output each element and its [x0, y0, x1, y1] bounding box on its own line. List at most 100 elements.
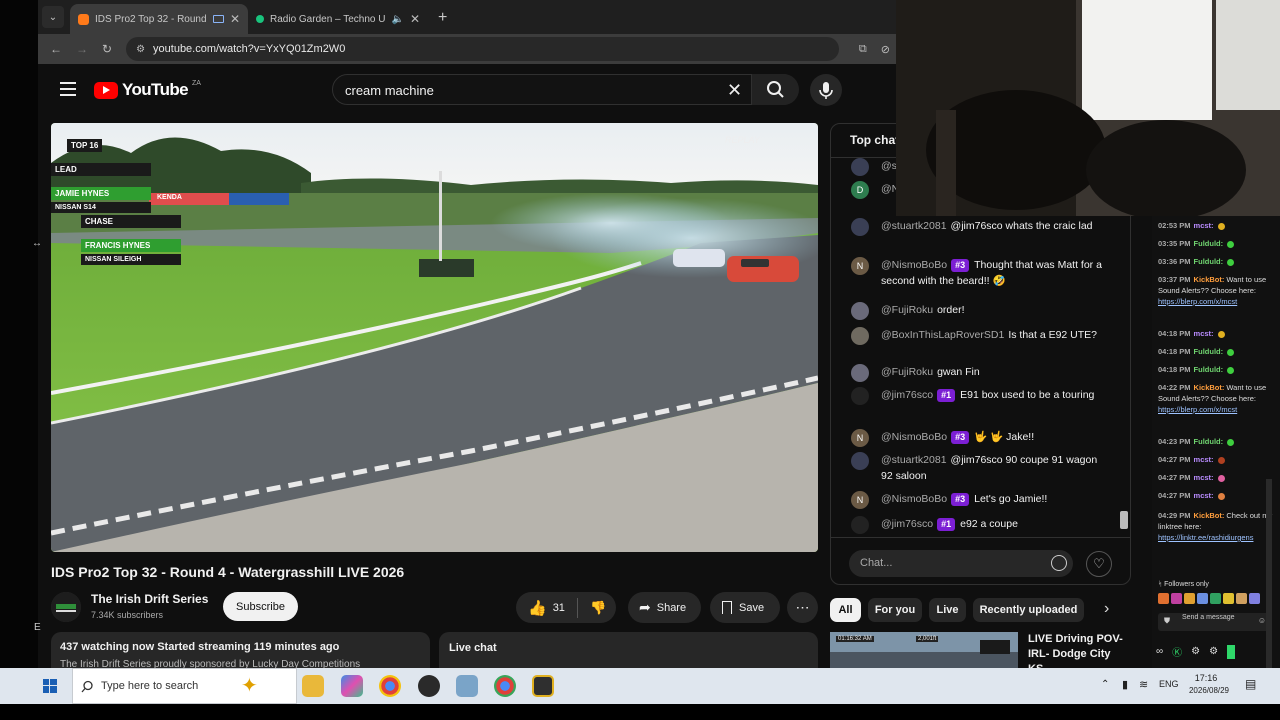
- message-author[interactable]: Fulduld:: [1194, 365, 1224, 374]
- chip-all[interactable]: All: [830, 598, 861, 622]
- chat-avatar[interactable]: N: [851, 429, 869, 447]
- copilot-icon[interactable]: [341, 675, 363, 697]
- chrome-profile-icon[interactable]: [494, 675, 516, 697]
- more-actions-icon[interactable]: ⋯: [787, 592, 818, 623]
- channel-avatar[interactable]: [51, 592, 81, 622]
- message-author[interactable]: KickBot:: [1194, 511, 1225, 520]
- search-input[interactable]: cream machine: [345, 83, 434, 98]
- chip-recently-uploaded[interactable]: Recently uploaded: [973, 598, 1084, 622]
- message-link[interactable]: https://blerp.com/x/mcst: [1158, 405, 1237, 414]
- chat-username[interactable]: @FujiRoku: [881, 366, 933, 378]
- battery-icon[interactable]: ▮: [1122, 678, 1128, 691]
- chat-username[interactable]: @NismoBoBo: [881, 493, 947, 505]
- recommended-thumbnail[interactable]: 01:16:32 AM 2,001ft: [830, 632, 1018, 668]
- message-author[interactable]: mcst:: [1194, 491, 1214, 500]
- chat-avatar[interactable]: D: [851, 181, 869, 199]
- message-author[interactable]: mcst:: [1194, 329, 1214, 338]
- message-author[interactable]: KickBot:: [1194, 383, 1225, 392]
- kick-icon[interactable]: Ⓚ: [1172, 644, 1182, 659]
- clock-time[interactable]: 17:16: [1186, 673, 1226, 683]
- chat-avatar[interactable]: [851, 302, 869, 320]
- file-explorer-icon[interactable]: [302, 675, 324, 697]
- message-author[interactable]: mcst:: [1194, 455, 1214, 464]
- subscribe-button[interactable]: Subscribe: [223, 592, 298, 621]
- stream-chat-scrollbar[interactable]: [1266, 479, 1272, 669]
- message-link[interactable]: https://linktr.ee/rashidiurgens: [1158, 533, 1253, 542]
- language-indicator[interactable]: ENG: [1159, 679, 1179, 689]
- heart-icon[interactable]: ♡: [1086, 551, 1112, 577]
- chat-avatar[interactable]: [851, 327, 869, 345]
- message-author[interactable]: Fulduld:: [1194, 347, 1224, 356]
- obs-icon[interactable]: [418, 675, 440, 697]
- chat-avatar[interactable]: [851, 158, 869, 176]
- windows-start-icon[interactable]: [43, 679, 57, 693]
- forward-arrow-icon[interactable]: →: [76, 42, 88, 56]
- app-icon[interactable]: [532, 675, 554, 697]
- network-app-icon[interactable]: [456, 675, 478, 697]
- channel-name[interactable]: The Irish Drift Series: [91, 592, 208, 606]
- save-button[interactable]: Save: [710, 592, 780, 623]
- notifications-icon[interactable]: ▤: [1245, 677, 1256, 691]
- tab-search-button[interactable]: ⌄: [42, 6, 64, 28]
- address-bar[interactable]: ⚙ youtube.com/watch?v=YxYQ01Zm2W0: [126, 37, 839, 61]
- chat-username[interactable]: @stuartk2081: [881, 454, 947, 466]
- youtube-logo[interactable]: YouTube ZA: [94, 80, 201, 100]
- clear-search-icon[interactable]: ✕: [727, 80, 742, 101]
- chat-avatar[interactable]: [851, 516, 869, 534]
- gear-icon[interactable]: ⚙: [1209, 646, 1218, 657]
- message-author[interactable]: KickBot:: [1194, 275, 1225, 284]
- chat-avatar[interactable]: [851, 387, 869, 405]
- close-tab-icon[interactable]: ✕: [410, 12, 420, 26]
- chevron-up-icon[interactable]: ⌃: [1101, 679, 1109, 690]
- message-author[interactable]: Fulduld:: [1194, 437, 1224, 446]
- description-box[interactable]: 437 watching now Started streaming 119 m…: [51, 632, 430, 668]
- cast-icon[interactable]: ⧉: [859, 43, 867, 56]
- chat-avatar[interactable]: [851, 452, 869, 470]
- back-arrow-icon[interactable]: ←: [50, 42, 62, 56]
- message-author[interactable]: mcst:: [1194, 473, 1214, 482]
- share-button[interactable]: ➦ Share: [628, 592, 701, 623]
- message-author[interactable]: Fulduld:: [1194, 239, 1224, 248]
- chat-avatar[interactable]: [851, 218, 869, 236]
- chat-avatar[interactable]: N: [851, 491, 869, 509]
- chat-input[interactable]: Chat...: [849, 550, 1073, 577]
- chat-username[interactable]: @BoxInThisLapRoverSD1: [881, 329, 1004, 341]
- site-info-icon[interactable]: ⚙: [136, 44, 145, 55]
- thumbs-down-icon[interactable]: 👎: [590, 600, 606, 616]
- taskbar-search[interactable]: Type here to search ✦: [72, 668, 297, 704]
- settings-icon[interactable]: ⚙: [1191, 646, 1200, 657]
- chat-username[interactable]: @stuartk2081: [881, 220, 947, 232]
- chat-username[interactable]: @jim76sco: [881, 389, 933, 401]
- close-tab-icon[interactable]: ✕: [230, 12, 240, 26]
- live-chat-toggle[interactable]: Live chat: [439, 632, 818, 668]
- clock-date[interactable]: 2026/08/29: [1186, 686, 1232, 695]
- message-link[interactable]: https://blerp.com/x/mcst: [1158, 297, 1237, 306]
- chat-username[interactable]: @jim76sco: [881, 518, 933, 530]
- emote-row[interactable]: [1158, 593, 1260, 604]
- chip-for-you[interactable]: For you: [868, 598, 922, 622]
- chat-username[interactable]: @FujiRoku: [881, 304, 933, 316]
- eye-slash-icon[interactable]: ⊘: [881, 43, 890, 56]
- infinity-icon[interactable]: ∞: [1156, 646, 1163, 657]
- thumbs-up-icon[interactable]: 👍: [528, 599, 547, 617]
- wifi-icon[interactable]: ≋: [1139, 678, 1148, 691]
- speaker-muted-icon[interactable]: 🔈: [391, 14, 403, 25]
- emoji-icon[interactable]: ☺: [1258, 617, 1266, 625]
- menu-icon[interactable]: [60, 82, 76, 96]
- emoji-icon[interactable]: [1051, 555, 1067, 571]
- chat-scrollbar[interactable]: [1120, 511, 1128, 529]
- send-message-input[interactable]: ⛊ Send a message ☺: [1158, 613, 1270, 631]
- chat-avatar[interactable]: N: [851, 257, 869, 275]
- chevron-right-icon[interactable]: ›: [1104, 600, 1109, 618]
- search-button[interactable]: [751, 74, 799, 105]
- voice-search-button[interactable]: [810, 74, 842, 106]
- reload-icon[interactable]: ↻: [102, 42, 112, 56]
- chat-username[interactable]: @NismoBoBo: [881, 259, 947, 271]
- video-player[interactable]: TOP 16 LEAD JAMIE HYNES NISSAN S14 CHASE…: [51, 123, 818, 552]
- new-tab-button[interactable]: +: [438, 9, 447, 27]
- message-author[interactable]: Fulduld:: [1194, 257, 1224, 266]
- chat-button[interactable]: [1227, 644, 1236, 659]
- message-author[interactable]: mcst:: [1194, 221, 1214, 230]
- chat-username[interactable]: @NismoBoBo: [881, 431, 947, 443]
- chrome-icon[interactable]: [379, 675, 401, 697]
